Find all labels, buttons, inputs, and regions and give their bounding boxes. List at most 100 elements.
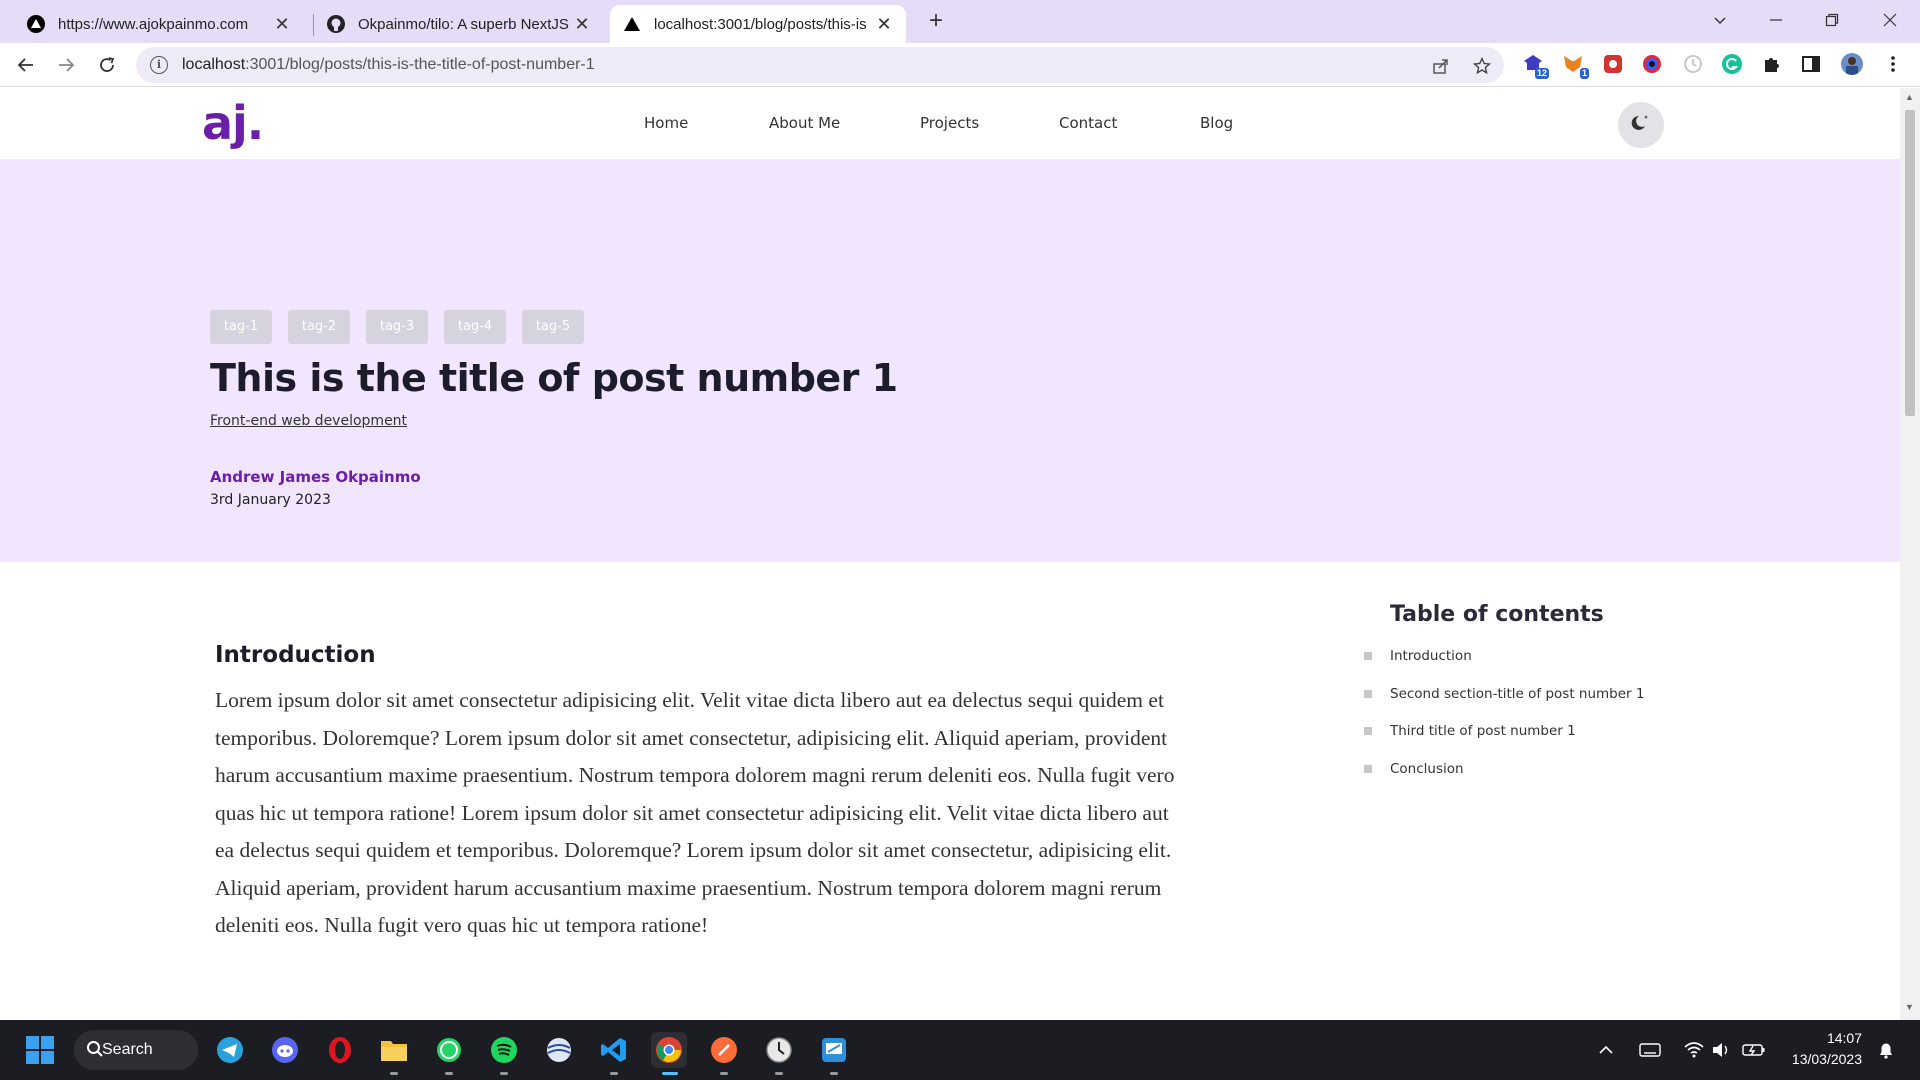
toc-item-label: Introduction — [1390, 648, 1472, 664]
site-info-icon[interactable]: i — [150, 56, 168, 74]
spotify-icon[interactable] — [486, 1032, 522, 1068]
tab-search-icon[interactable] — [1692, 0, 1748, 40]
vercel-triangle-icon — [622, 14, 642, 34]
browser-tab-1[interactable]: https://www.ajokpainmo.com ✕ — [14, 5, 304, 43]
bullet-square-icon — [1364, 727, 1372, 735]
theme-toggle-button[interactable] — [1618, 102, 1664, 148]
windows-start-icon[interactable] — [22, 1032, 58, 1068]
address-bar[interactable]: i localhost:3001/blog/posts/this-is-the-… — [136, 47, 1504, 83]
volume-icon[interactable] — [1703, 1032, 1739, 1068]
chrome-icon[interactable] — [651, 1032, 687, 1068]
close-window-icon[interactable] — [1862, 0, 1918, 40]
telegram-icon[interactable] — [212, 1032, 248, 1068]
section-heading: Introduction — [215, 642, 376, 668]
app-globe-icon[interactable] — [541, 1032, 577, 1068]
tag-chip[interactable]: tag-5 — [522, 310, 584, 344]
discord-icon[interactable] — [267, 1032, 303, 1068]
bullet-square-icon — [1364, 652, 1372, 660]
extension-badge-icon[interactable]: 12 — [1522, 53, 1549, 79]
browser-tab-strip: https://www.ajokpainmo.com ✕ Okpainmo/ti… — [0, 0, 1920, 43]
toc-item-label: Third title of post number 1 — [1390, 723, 1576, 739]
running-indicator — [390, 1072, 398, 1075]
extension-badge-count: 1 — [1579, 68, 1589, 79]
battery-charging-icon[interactable] — [1736, 1032, 1772, 1068]
scrollbar-thumb[interactable] — [1905, 110, 1915, 416]
toc-item-label: Second section-title of post number 1 — [1390, 685, 1645, 702]
toc-item[interactable]: Introduction — [1364, 645, 1704, 683]
bullet-square-icon — [1364, 689, 1372, 698]
taskbar-search[interactable]: Search — [74, 1030, 198, 1070]
file-explorer-icon[interactable] — [376, 1032, 412, 1068]
clock-date[interactable]: 13/03/2023 — [1770, 1051, 1862, 1067]
search-label: Search — [102, 1041, 153, 1058]
menu-kebab-icon[interactable] — [1882, 53, 1904, 75]
toc-item-label: Conclusion — [1390, 760, 1464, 777]
remote-app-icon[interactable] — [816, 1032, 852, 1068]
tag-chip[interactable]: tag-3 — [366, 310, 428, 344]
tag-chip[interactable]: tag-2 — [288, 310, 350, 344]
clock-app-icon[interactable] — [761, 1032, 797, 1068]
toc-title: Table of contents — [1390, 602, 1604, 627]
metamask-icon[interactable]: 1 — [1562, 53, 1589, 79]
nav-home[interactable]: Home — [644, 114, 688, 132]
tag-chip[interactable]: tag-4 — [444, 310, 506, 344]
url-text[interactable]: localhost:3001/blog/posts/this-is-the-ti… — [182, 56, 595, 74]
grammarly-icon[interactable] — [1721, 53, 1743, 75]
tag-chip[interactable]: tag-1 — [210, 310, 272, 344]
extensions-puzzle-icon[interactable] — [1761, 53, 1783, 75]
tab-title: localhost:3001/blog/posts/this-is — [654, 15, 867, 33]
extension-ring-icon[interactable] — [1641, 53, 1663, 75]
browser-tab-3-active[interactable]: localhost:3001/blog/posts/this-is ✕ — [610, 5, 906, 43]
browser-tab-2[interactable]: Okpainmo/tilo: A superb NextJS ✕ — [314, 5, 604, 43]
nav-contact[interactable]: Contact — [1059, 114, 1117, 132]
nav-about-me[interactable]: About Me — [769, 114, 840, 132]
toc-item[interactable]: Second section-title of post number 1 — [1364, 683, 1704, 721]
whatsapp-icon[interactable] — [431, 1032, 467, 1068]
running-indicator — [830, 1072, 838, 1075]
new-tab-button[interactable]: + — [922, 8, 950, 36]
vscode-icon[interactable] — [596, 1032, 632, 1068]
close-tab-icon[interactable]: ✕ — [874, 14, 894, 34]
site-header: aj. Home About Me Projects Contact Blog — [0, 88, 1900, 160]
reload-icon[interactable] — [91, 49, 123, 81]
post-title: This is the title of post number 1 — [210, 356, 898, 400]
running-indicator — [500, 1072, 508, 1075]
vercel-triangle-icon — [26, 14, 46, 34]
site-logo[interactable]: aj. — [202, 96, 264, 150]
post-category-link[interactable]: Front-end web development — [210, 413, 407, 429]
toc-item[interactable]: Conclusion — [1364, 758, 1704, 796]
restore-icon[interactable] — [1804, 0, 1860, 40]
close-tab-icon[interactable]: ✕ — [572, 14, 592, 34]
extension-badge-count: 12 — [1534, 68, 1549, 79]
active-indicator — [662, 1072, 678, 1075]
profile-avatar[interactable] — [1841, 53, 1863, 75]
scroll-down-arrow-icon[interactable]: ▼ — [1905, 1002, 1914, 1012]
minimize-icon[interactable] — [1748, 0, 1804, 40]
share-icon[interactable] — [1430, 55, 1452, 77]
postman-icon[interactable] — [706, 1032, 742, 1068]
back-arrow-icon[interactable] — [10, 49, 42, 81]
side-panel-icon[interactable] — [1800, 53, 1822, 75]
chevron-up-icon[interactable] — [1588, 1032, 1624, 1068]
forward-arrow-icon[interactable] — [50, 49, 82, 81]
post-hero: tag-1 tag-2 tag-3 tag-4 tag-5 This is th… — [0, 160, 1900, 562]
page-scrollbar[interactable]: ▲ ▼ — [1900, 88, 1920, 1020]
page-viewport: aj. Home About Me Projects Contact Blog … — [0, 88, 1900, 1020]
opera-icon[interactable] — [322, 1032, 358, 1068]
extension-timer-icon[interactable] — [1682, 53, 1704, 75]
tab-title: Okpainmo/tilo: A superb NextJS — [358, 15, 569, 33]
nav-projects[interactable]: Projects — [920, 114, 979, 132]
notifications-icon[interactable] — [1868, 1032, 1904, 1068]
search-icon — [86, 1040, 104, 1063]
keyboard-icon[interactable] — [1632, 1032, 1668, 1068]
bookmark-star-icon[interactable] — [1471, 55, 1493, 77]
scroll-up-arrow-icon[interactable]: ▲ — [1905, 92, 1914, 102]
browser-toolbar: i localhost:3001/blog/posts/this-is-the-… — [0, 43, 1920, 87]
nav-blog[interactable]: Blog — [1200, 114, 1233, 132]
github-icon — [326, 14, 346, 34]
close-tab-icon[interactable]: ✕ — [272, 14, 292, 34]
toc-item[interactable]: Third title of post number 1 — [1364, 720, 1704, 758]
clock-time[interactable]: 14:07 — [1770, 1030, 1862, 1046]
bullet-square-icon — [1364, 764, 1372, 773]
extension-red-icon[interactable] — [1602, 53, 1624, 75]
